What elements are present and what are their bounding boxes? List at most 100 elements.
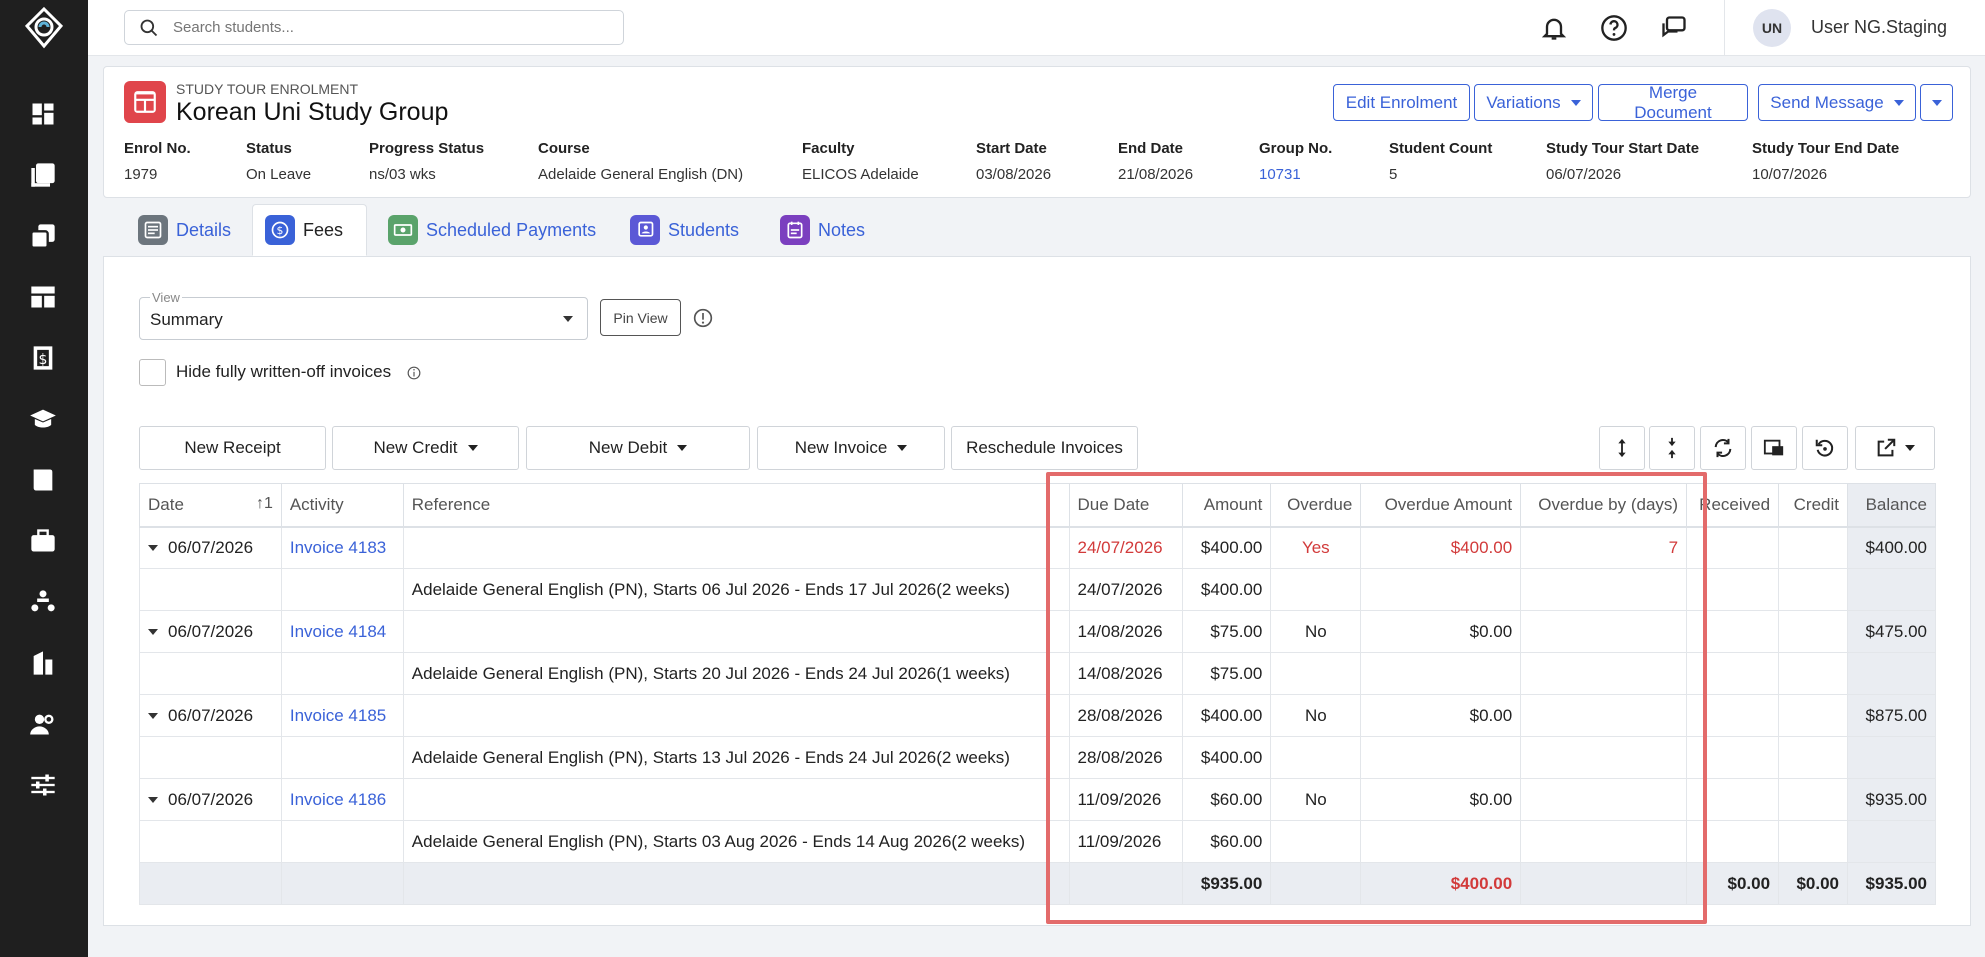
- col-header-received[interactable]: Received: [1686, 483, 1780, 528]
- new-debit-label: New Debit: [588, 438, 668, 457]
- user-name[interactable]: User NG.Staging: [1811, 17, 1947, 38]
- tab-students[interactable]: Students: [618, 204, 751, 256]
- chevron-down-icon: [1905, 445, 1915, 451]
- balance-cell: $400.00: [1846, 526, 1937, 569]
- date-cell[interactable]: 06/07/2026: [139, 694, 282, 737]
- activity-link[interactable]: Invoice 4186: [280, 778, 404, 821]
- overdue-cell: No: [1270, 694, 1362, 737]
- meta-value: 03/08/2026: [976, 166, 1052, 183]
- meta-label: Student Count: [1389, 140, 1493, 157]
- search-input[interactable]: [173, 19, 593, 36]
- col-header-due-date[interactable]: Due Date: [1068, 483, 1184, 528]
- table-row[interactable]: 06/07/2026 Invoice 4184 14/08/2026 $75.0…: [139, 610, 1937, 653]
- chevron-down-icon: [1570, 99, 1581, 106]
- invoice-link[interactable]: Invoice 4185: [290, 706, 386, 725]
- col-header-overdue-amount[interactable]: Overdue Amount: [1360, 483, 1522, 528]
- chevron-down-icon[interactable]: [148, 629, 158, 636]
- view-select-label: View: [150, 290, 182, 305]
- col-header-date[interactable]: Date ↑1: [139, 483, 282, 528]
- col-header-overdue-days[interactable]: Overdue by (days): [1520, 483, 1688, 528]
- notes-icon: [780, 215, 810, 245]
- sort-asc-icon[interactable]: ↑1: [256, 495, 273, 513]
- column-chooser-icon[interactable]: [1751, 426, 1797, 470]
- building-icon[interactable]: [28, 648, 58, 678]
- variations-button[interactable]: Variations: [1474, 84, 1593, 121]
- col-header-activity[interactable]: Activity: [280, 483, 404, 528]
- activity-link[interactable]: Invoice 4184: [280, 610, 404, 653]
- graduation-cap-icon[interactable]: [28, 404, 58, 434]
- documents-icon[interactable]: [28, 221, 58, 251]
- settings-sliders-icon[interactable]: [28, 770, 58, 800]
- merge-document-button[interactable]: Merge Document: [1598, 83, 1748, 122]
- export-button[interactable]: [1855, 426, 1935, 470]
- amount-cell: $60.00: [1182, 820, 1272, 863]
- reset-icon[interactable]: [1802, 426, 1848, 470]
- collapse-rows-icon[interactable]: [1649, 426, 1695, 470]
- fees-icon[interactable]: $: [28, 343, 58, 373]
- edit-enrolment-button[interactable]: Edit Enrolment: [1333, 84, 1470, 121]
- hide-written-off-checkbox[interactable]: [139, 359, 166, 386]
- table-row[interactable]: 06/07/2026 Invoice 4185 28/08/2026 $400.…: [139, 694, 1937, 737]
- network-icon[interactable]: [28, 587, 58, 617]
- meta-study-tour-start: Study Tour Start Date 06/07/2026: [1546, 140, 1699, 183]
- app-logo-icon[interactable]: [22, 6, 66, 50]
- chevron-down-icon[interactable]: [148, 713, 158, 720]
- bell-icon[interactable]: [1540, 14, 1568, 42]
- briefcase-icon[interactable]: [28, 526, 58, 556]
- enrolment-layout-icon[interactable]: [28, 282, 58, 312]
- table-row[interactable]: 06/07/2026 Invoice 4183 24/07/2026 $400.…: [139, 526, 1937, 569]
- col-header-balance[interactable]: Balance: [1846, 483, 1937, 528]
- new-receipt-button[interactable]: New Receipt: [139, 426, 326, 470]
- col-header-reference[interactable]: Reference: [402, 483, 1070, 528]
- date-value: 06/07/2026: [168, 537, 254, 557]
- help-icon[interactable]: [1600, 14, 1628, 42]
- tab-details[interactable]: Details: [126, 204, 243, 256]
- refresh-icon[interactable]: [1700, 426, 1746, 470]
- invoice-link[interactable]: Invoice 4186: [290, 790, 386, 809]
- messages-icon[interactable]: [1660, 14, 1688, 42]
- activity-link[interactable]: Invoice 4183: [280, 526, 404, 569]
- new-invoice-button[interactable]: New Invoice: [757, 426, 945, 470]
- send-message-button[interactable]: Send Message: [1758, 84, 1916, 121]
- avatar[interactable]: UN: [1753, 9, 1791, 47]
- hide-written-off-label[interactable]: Hide fully written-off invoices: [176, 362, 391, 382]
- reference-cell: [402, 694, 1070, 737]
- meta-student-count: Student Count 5: [1389, 140, 1492, 183]
- expand-rows-icon[interactable]: [1599, 426, 1645, 470]
- pin-view-button[interactable]: Pin View: [600, 299, 681, 336]
- col-header-overdue[interactable]: Overdue: [1270, 483, 1362, 528]
- users-icon[interactable]: [28, 709, 58, 739]
- tab-label: Scheduled Payments: [426, 219, 597, 240]
- activity-link[interactable]: Invoice 4185: [280, 694, 404, 737]
- received-cell: [1686, 526, 1780, 569]
- date-cell[interactable]: 06/07/2026: [139, 610, 282, 653]
- col-header-credit[interactable]: Credit: [1778, 483, 1848, 528]
- view-select[interactable]: View Summary: [139, 290, 588, 340]
- info-icon[interactable]: [407, 366, 421, 380]
- invoice-link[interactable]: Invoice 4184: [290, 622, 386, 641]
- table-row[interactable]: 06/07/2026 Invoice 4186 11/09/2026 $60.0…: [139, 778, 1937, 821]
- new-credit-button[interactable]: New Credit: [332, 426, 519, 470]
- students-book-icon[interactable]: [28, 160, 58, 190]
- tab-fees[interactable]: $ Fees: [252, 204, 367, 256]
- search-box[interactable]: [124, 10, 624, 45]
- date-cell[interactable]: 06/07/2026: [139, 778, 282, 821]
- date-cell[interactable]: 06/07/2026: [139, 526, 282, 569]
- more-actions-button[interactable]: [1920, 84, 1953, 121]
- col-header-amount[interactable]: Amount: [1182, 483, 1272, 528]
- info-icon[interactable]: [693, 308, 713, 328]
- tab-scheduled-payments[interactable]: Scheduled Payments: [376, 204, 608, 256]
- book-icon[interactable]: [28, 465, 58, 495]
- tab-notes[interactable]: Notes: [768, 204, 877, 256]
- group-no-link[interactable]: 10731: [1259, 166, 1332, 183]
- overdue-amount-cell: [1360, 820, 1522, 863]
- reschedule-invoices-label: Reschedule Invoices: [966, 438, 1123, 457]
- invoice-link[interactable]: Invoice 4183: [290, 538, 386, 557]
- new-debit-button[interactable]: New Debit: [526, 426, 750, 470]
- chevron-down-icon[interactable]: [148, 545, 158, 552]
- reschedule-invoices-button[interactable]: Reschedule Invoices: [951, 426, 1138, 470]
- chevron-down-icon[interactable]: [148, 797, 158, 804]
- dashboard-icon[interactable]: [28, 99, 58, 129]
- balance-cell: [1846, 568, 1937, 611]
- balance-cell: [1846, 652, 1937, 695]
